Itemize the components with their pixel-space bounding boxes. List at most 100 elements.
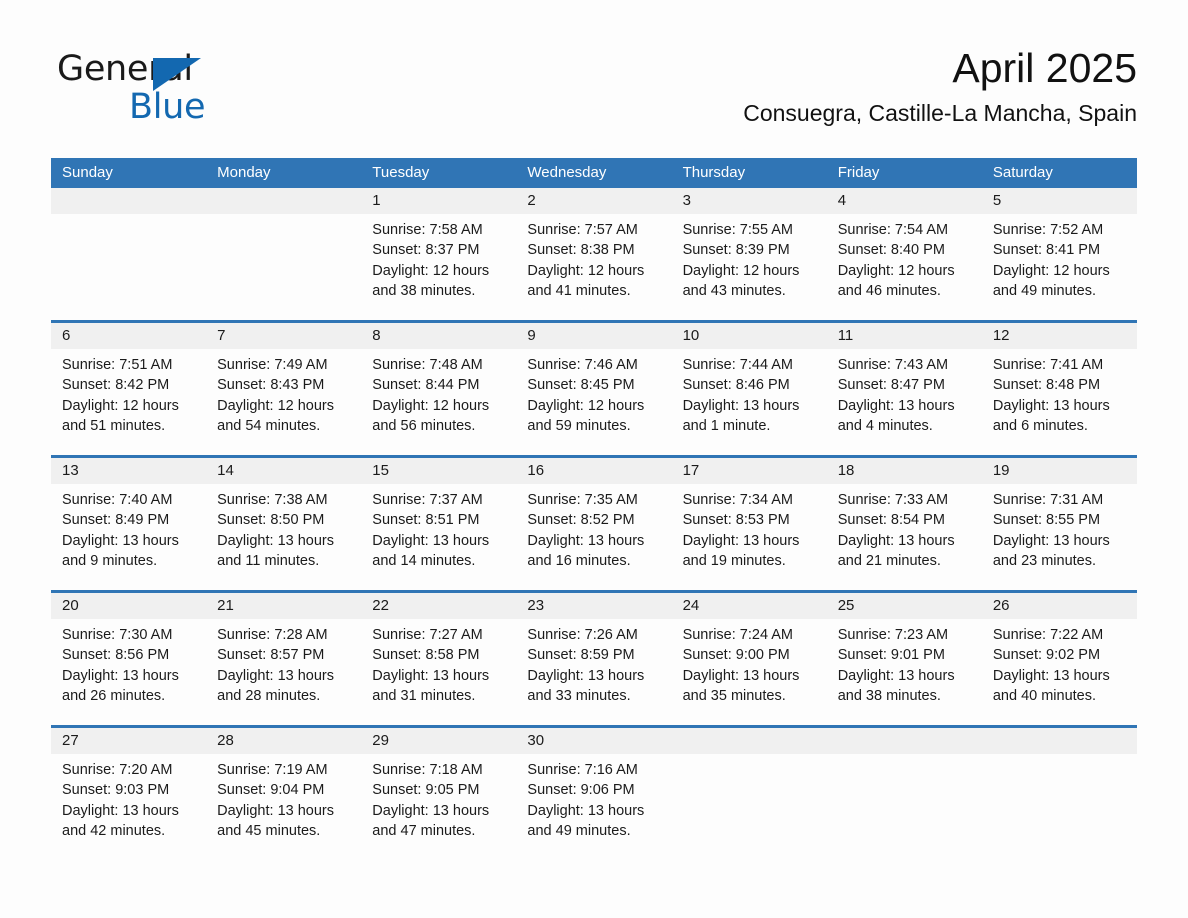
sunset-text: Sunset: 8:39 PM [682,242,790,259]
day-cell[interactable]: 7 Sunrise: 7:49 AM Sunset: 8:43 PM Daylight… [206,323,362,455]
daylight-text: Daylight: 13 hours and 35 minutes. [682,667,800,704]
day-cell-empty [51,188,207,320]
sunset-text: Sunset: 8:51 PM [372,512,480,529]
day-number: 4 [826,188,982,214]
day-cell[interactable]: 8 Sunrise: 7:48 AM Sunset: 8:44 PM Daylight… [361,323,517,455]
sunrise-text: Sunrise: 7:18 AM [372,762,483,778]
sunset-text: Sunset: 8:58 PM [372,647,480,664]
day-cell[interactable]: 11 Sunrise: 7:43 AM Sunset: 8:47 PM Dayligh… [826,323,982,455]
calendar-weeks: 1 Sunrise: 7:58 AM Sunset: 8:37 PM Daylight… [51,188,1137,860]
day-cell[interactable]: 5 Sunrise: 7:52 AM Sunset: 8:41 PM Daylight… [981,188,1137,320]
sunset-text: Sunset: 8:41 PM [992,242,1101,259]
sunset-text: Sunset: 8:44 PM [372,377,480,394]
day-cell[interactable]: 1 Sunrise: 7:58 AM Sunset: 8:37 PM Daylight… [361,188,517,320]
daylight-text: Daylight: 13 hours and 49 minutes. [527,802,645,839]
day-number: 18 [826,458,982,484]
daylight-text: Daylight: 12 hours and 54 minutes. [217,397,335,434]
day-details: Sunrise: 7:18 AM Sunset: 9:05 PM Daylight:… [361,754,516,841]
daylight-text: Daylight: 13 hours and 9 minutes. [62,532,179,569]
day-number [671,728,827,754]
daylight-text: Daylight: 13 hours and 26 minutes. [62,667,179,704]
daylight-text: Daylight: 13 hours and 6 minutes. [992,397,1110,434]
day-cell[interactable]: 4 Sunrise: 7:54 AM Sunset: 8:40 PM Daylight… [826,188,982,320]
sunrise-text: Sunrise: 7:44 AM [682,357,793,373]
day-cell[interactable]: 20 Sunrise: 7:30 AM Sunset: 8:56 PM Dayligh… [51,593,207,725]
day-cell[interactable]: 16 Sunrise: 7:35 AM Sunset: 8:52 PM Dayligh… [516,458,672,590]
daylight-text: Daylight: 13 hours and 21 minutes. [837,532,955,569]
day-number: 16 [516,458,672,484]
day-cell[interactable]: 25 Sunrise: 7:23 AM Sunset: 9:01 PM Dayligh… [826,593,982,725]
day-number: 3 [671,188,827,214]
day-details: Sunrise: 7:52 AM Sunset: 8:41 PM Daylight:… [982,214,1137,301]
sunset-text: Sunset: 9:01 PM [837,647,945,664]
day-number: 15 [361,458,517,484]
day-details: Sunrise: 7:20 AM Sunset: 9:03 PM Daylight:… [51,754,206,841]
day-cell[interactable]: 12 Sunrise: 7:41 AM Sunset: 8:48 PM Dayligh… [981,323,1137,455]
weekday-header-tuesday: Tuesday [372,164,430,181]
calendar-week-row: 1 Sunrise: 7:58 AM Sunset: 8:37 PM Daylight… [51,188,1137,320]
day-details: Sunrise: 7:51 AM Sunset: 8:42 PM Daylight:… [51,349,206,436]
calendar-page: General Blue April 2025 Consuegra, Casti… [0,0,1188,918]
day-cell[interactable]: 2 Sunrise: 7:57 AM Sunset: 8:38 PM Daylight… [516,188,672,320]
day-cell[interactable]: 13 Sunrise: 7:40 AM Sunset: 8:49 PM Dayligh… [51,458,207,590]
sunset-text: Sunset: 8:45 PM [527,377,635,394]
day-cell[interactable]: 21 Sunrise: 7:28 AM Sunset: 8:57 PM Dayligh… [206,593,362,725]
day-cell[interactable]: 19 Sunrise: 7:31 AM Sunset: 8:55 PM Dayligh… [981,458,1137,590]
sunrise-text: Sunrise: 7:37 AM [372,492,483,508]
day-cell[interactable]: 6 Sunrise: 7:51 AM Sunset: 8:42 PM Daylight… [51,323,207,455]
sunrise-text: Sunrise: 7:22 AM [992,627,1104,643]
day-cell[interactable]: 26 Sunrise: 7:22 AM Sunset: 9:02 PM Dayligh… [981,593,1137,725]
weekday-header-thursday: Thursday [682,164,746,181]
sunset-text: Sunset: 8:46 PM [682,377,790,394]
day-cell[interactable]: 27 Sunrise: 7:20 AM Sunset: 9:03 PM Dayligh… [51,728,207,860]
day-cell[interactable]: 22 Sunrise: 7:27 AM Sunset: 8:58 PM Dayligh… [361,593,517,725]
day-details: Sunrise: 7:38 AM Sunset: 8:50 PM Daylight:… [206,484,361,571]
sunrise-text: Sunrise: 7:41 AM [992,357,1104,373]
sunrise-text: Sunrise: 7:19 AM [217,762,328,778]
day-cell[interactable]: 28 Sunrise: 7:19 AM Sunset: 9:04 PM Dayligh… [206,728,362,860]
day-cell[interactable]: 29 Sunrise: 7:18 AM Sunset: 9:05 PM Dayligh… [361,728,517,860]
sunset-text: Sunset: 8:48 PM [992,377,1101,394]
sunrise-text: Sunrise: 7:43 AM [837,357,949,373]
day-details: Sunrise: 7:31 AM Sunset: 8:55 PM Daylight:… [982,484,1137,571]
calendar-week-row: 27 Sunrise: 7:20 AM Sunset: 9:03 PM Dayligh… [51,725,1137,860]
weekday-header-saturday: Saturday [992,164,1053,181]
daylight-text: Daylight: 12 hours and 56 minutes. [372,397,490,434]
calendar-week-row: 13 Sunrise: 7:40 AM Sunset: 8:49 PM Dayligh… [51,455,1137,590]
day-cell[interactable]: 24 Sunrise: 7:24 AM Sunset: 9:00 PM Dayligh… [671,593,827,725]
sunrise-text: Sunrise: 7:38 AM [217,492,328,508]
day-cell[interactable]: 17 Sunrise: 7:34 AM Sunset: 8:53 PM Dayligh… [671,458,827,590]
general-blue-logo[interactable]: General Blue [57,52,317,134]
day-details: Sunrise: 7:23 AM Sunset: 9:01 PM Daylight:… [827,619,982,706]
day-details: Sunrise: 7:48 AM Sunset: 8:44 PM Daylight:… [361,349,516,436]
day-number: 1 [361,188,517,214]
day-number: 11 [826,323,982,349]
day-cell[interactable]: 10 Sunrise: 7:44 AM Sunset: 8:46 PM Dayligh… [671,323,827,455]
day-cell-empty [981,728,1137,860]
day-cell[interactable]: 30 Sunrise: 7:16 AM Sunset: 9:06 PM Dayligh… [516,728,672,860]
day-details: Sunrise: 7:34 AM Sunset: 8:53 PM Daylight:… [672,484,827,571]
day-number: 14 [206,458,362,484]
daylight-text: Daylight: 13 hours and 42 minutes. [62,802,179,839]
sunset-text: Sunset: 8:43 PM [217,377,325,394]
day-details: Sunrise: 7:46 AM Sunset: 8:45 PM Daylight:… [516,349,671,436]
day-cell[interactable]: 14 Sunrise: 7:38 AM Sunset: 8:50 PM Dayligh… [206,458,362,590]
day-number: 30 [516,728,672,754]
sunset-text: Sunset: 8:53 PM [682,512,790,529]
day-details: Sunrise: 7:22 AM Sunset: 9:02 PM Daylight:… [982,619,1137,706]
day-cell[interactable]: 9 Sunrise: 7:46 AM Sunset: 8:45 PM Daylight… [516,323,672,455]
day-number: 17 [671,458,827,484]
calendar-week-row: 20 Sunrise: 7:30 AM Sunset: 8:56 PM Dayligh… [51,590,1137,725]
day-cell[interactable]: 18 Sunrise: 7:33 AM Sunset: 8:54 PM Dayligh… [826,458,982,590]
sunrise-text: Sunrise: 7:20 AM [62,762,173,778]
sunset-text: Sunset: 8:50 PM [217,512,325,529]
day-cell[interactable]: 23 Sunrise: 7:26 AM Sunset: 8:59 PM Dayligh… [516,593,672,725]
daylight-text: Daylight: 13 hours and 1 minute. [682,397,800,434]
title-block: April 2025 Consuegra, Castille-La Mancha… [743,45,1137,126]
sunrise-text: Sunrise: 7:46 AM [527,357,638,373]
sunset-text: Sunset: 8:54 PM [837,512,945,529]
day-cell[interactable]: 3 Sunrise: 7:55 AM Sunset: 8:39 PM Daylight… [671,188,827,320]
daylight-text: Daylight: 13 hours and 23 minutes. [992,532,1110,569]
day-cell[interactable]: 15 Sunrise: 7:37 AM Sunset: 8:51 PM Dayligh… [361,458,517,590]
day-number [981,728,1137,754]
